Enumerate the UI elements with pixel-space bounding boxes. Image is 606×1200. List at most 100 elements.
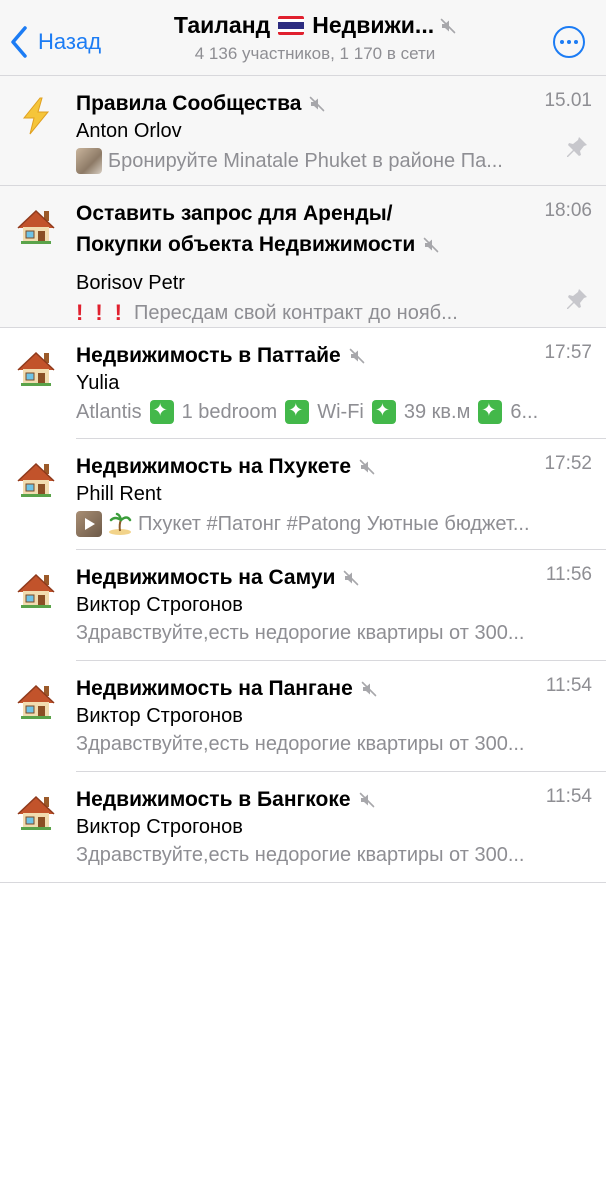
chat-preview-text: Здравствуйте,есть недорогие квартиры от …: [76, 844, 525, 866]
chat-title: Правила Сообщества: [76, 88, 526, 119]
mute-icon: [440, 18, 456, 34]
chat-title: Недвижимость в Бангкоке: [76, 784, 526, 815]
mute-icon: [423, 237, 439, 253]
chat-preview: ! ! ! Пересдам свой контракт до нояб...: [76, 300, 542, 326]
chat-time: 17:52: [544, 453, 592, 474]
chat-preview-text: Бронируйте Minatale Phuket в районе Па..…: [108, 149, 503, 172]
sparkle-icon: [285, 400, 310, 424]
chevron-left-icon: [11, 26, 27, 58]
chat-title: Недвижимость на Пангане: [76, 673, 526, 704]
house-icon: [16, 206, 56, 246]
chat-time: 11:54: [545, 675, 592, 696]
row-divider: [0, 882, 606, 883]
chat-title: Недвижимость на Пхукете: [76, 451, 526, 482]
more-dot: [560, 40, 564, 44]
chat-row-rules[interactable]: Правила Сообщества 15.01 Anton Orlov Бро…: [0, 76, 606, 186]
chat-row-phangan[interactable]: Недвижимость на Пангане 11:54 Виктор Стр…: [0, 661, 606, 772]
chat-preview-text: Здравствуйте,есть недорогие квартиры от …: [76, 622, 525, 644]
chat-row-bangkok[interactable]: Недвижимость в Бангкоке 11:54 Виктор Стр…: [0, 772, 606, 883]
chat-header: Назад Таиланд Недвижи... 4 136 участнико…: [0, 0, 606, 76]
chat-title-text: Недвижимость на Пангане: [76, 677, 353, 700]
chat-row-pattaya[interactable]: Недвижимость в Паттайе 17:57 Yulia Atlan…: [0, 328, 606, 439]
mute-icon: [361, 681, 377, 697]
house-icon: [16, 570, 56, 610]
chat-preview: Здравствуйте,есть недорогие квартиры от …: [76, 622, 592, 645]
avatar: [14, 679, 58, 723]
chat-preview: Бронируйте Minatale Phuket в районе Па..…: [76, 148, 542, 174]
sparkle-icon: [478, 400, 503, 424]
avatar: [14, 346, 58, 390]
pin-icon: [564, 286, 590, 312]
chat-time: 18:06: [544, 200, 592, 221]
chat-sender: Виктор Строгонов: [76, 594, 243, 616]
chat-time: 15.01: [544, 90, 592, 111]
video-thumbnail: [76, 511, 102, 537]
chat-sender: Yulia: [76, 372, 120, 394]
house-icon: [16, 792, 56, 832]
group-title-suffix: Недвижи...: [312, 12, 435, 38]
chat-title: Недвижимость на Самуи: [76, 562, 526, 593]
chat-preview-text: Пересдам свой контракт до нояб...: [133, 301, 458, 324]
chat-time: 11:56: [545, 564, 592, 585]
group-title-block[interactable]: Таиланд Недвижи... 4 136 участников, 1 1…: [150, 12, 480, 64]
exclamation-icon: !: [76, 300, 84, 325]
chat-row-phuket[interactable]: Недвижимость на Пхукете 17:52 Phill Rent…: [0, 439, 606, 550]
avatar: [14, 568, 58, 612]
avatar: [14, 790, 58, 834]
back-label: Назад: [38, 29, 102, 54]
chat-preview: Здравствуйте,есть недорогие квартиры от …: [76, 844, 592, 867]
more-dot: [574, 40, 578, 44]
pin-icon: [564, 134, 590, 160]
exclamation-icon: !: [114, 300, 122, 325]
house-icon: [16, 348, 56, 388]
avatar: [14, 457, 58, 501]
chat-time: 17:57: [544, 342, 592, 363]
chat-preview: Atlantis 1 bedroom Wi-Fi 39 кв.м 6...: [76, 400, 592, 424]
preview-part: 39 кв.м: [403, 400, 471, 423]
mute-icon: [309, 96, 325, 112]
sparkle-icon: [371, 400, 396, 424]
chat-preview: Здравствуйте,есть недорогие квартиры от …: [76, 733, 592, 756]
preview-part: Atlantis: [76, 400, 142, 423]
mute-icon: [343, 570, 359, 586]
back-button[interactable]: Назад: [10, 24, 101, 60]
preview-part: 6...: [510, 400, 539, 423]
house-icon: [16, 459, 56, 499]
preview-part: Wi-Fi: [317, 400, 364, 423]
sparkle-icon: [149, 400, 174, 424]
chat-title-text: Недвижимость в Бангкоке: [76, 788, 351, 811]
mute-icon: [349, 348, 365, 364]
chat-list: Правила Сообщества 15.01 Anton Orlov Бро…: [0, 76, 606, 883]
chat-title-text: Недвижимость на Пхукете: [76, 455, 352, 478]
exclamation-icon: !: [95, 300, 103, 325]
chat-title: Недвижимость в Паттайе: [76, 340, 526, 371]
avatar: [14, 204, 58, 248]
mute-icon: [359, 459, 375, 475]
chat-time: 11:54: [545, 786, 592, 807]
chat-sender: Borisov Petr: [76, 272, 185, 294]
avatar: [14, 94, 58, 138]
house-icon: [16, 681, 56, 721]
chat-sender: Виктор Строгонов: [76, 816, 243, 838]
preview-part: 1 bedroom: [181, 400, 278, 423]
lightning-icon: [22, 97, 50, 135]
more-options-button[interactable]: [553, 26, 585, 58]
chat-title-text: Недвижимость в Паттайе: [76, 344, 341, 367]
chat-title-line2: Покупки объекта Недвижимости: [76, 233, 416, 256]
chat-preview-text: Пхукет #Патонг #Patong Уютные бюджет...: [138, 512, 530, 535]
chat-title-text: Правила Сообщества: [76, 92, 302, 115]
group-title: Таиланд: [173, 12, 271, 38]
chat-sender: Anton Orlov: [76, 120, 182, 142]
more-dot: [567, 40, 571, 44]
chat-row-request[interactable]: Оставить запрос для Аренды/ Покупки объе…: [0, 186, 606, 328]
mute-icon: [359, 792, 375, 808]
chat-sender: Phill Rent: [76, 483, 162, 505]
chat-title-line1: Оставить запрос для Аренды/: [76, 202, 393, 225]
photo-thumbnail: [76, 148, 102, 174]
thailand-flag-icon: [278, 16, 305, 35]
group-subtitle: 4 136 участников, 1 170 в сети: [194, 44, 436, 63]
chat-preview: Пхукет #Патонг #Patong Уютные бюджет...: [76, 511, 592, 537]
chat-title-text: Недвижимость на Самуи: [76, 566, 336, 589]
chat-preview-text: Здравствуйте,есть недорогие квартиры от …: [76, 733, 525, 755]
chat-row-samui[interactable]: Недвижимость на Самуи 11:56 Виктор Строг…: [0, 550, 606, 661]
